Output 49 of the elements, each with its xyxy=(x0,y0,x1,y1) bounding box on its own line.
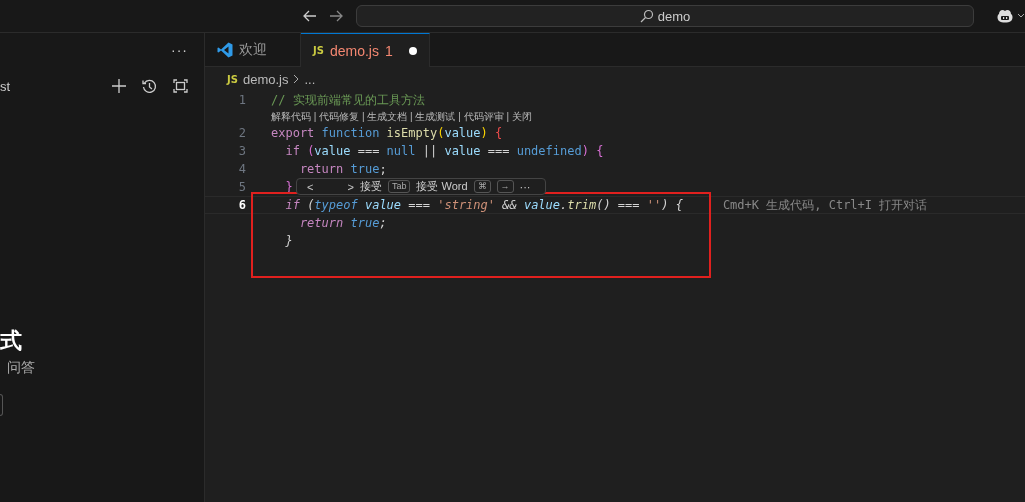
vscode-logo-icon xyxy=(217,41,233,58)
plus-icon[interactable] xyxy=(112,79,126,93)
problem-count: 1 xyxy=(384,42,393,59)
more-button[interactable]: ··· xyxy=(519,180,531,193)
forward-arrow-icon[interactable] xyxy=(329,10,343,22)
line-number: 3 xyxy=(238,144,246,158)
line-number: 1 xyxy=(238,93,246,107)
tab-label: 欢迎 xyxy=(239,40,267,59)
previous-button[interactable]: < xyxy=(307,180,314,193)
breadcrumb-item[interactable]: ... xyxy=(304,71,316,87)
inline-hint: Cmd+K 生成代码, Ctrl+I 打开对话 xyxy=(722,196,928,214)
code-line: return true; xyxy=(298,162,387,176)
line-number: 5 xyxy=(238,180,246,194)
file-type-label: JS xyxy=(227,73,238,85)
more-actions-button[interactable]: ··· xyxy=(171,42,188,58)
editor-tab[interactable]: JS demo.js 1 xyxy=(301,33,430,67)
unsaved-dot-icon[interactable] xyxy=(408,46,417,55)
back-arrow-icon[interactable] xyxy=(303,10,317,22)
welcome-subtitle: 问答 xyxy=(7,359,36,377)
next-button[interactable]: > xyxy=(347,180,354,193)
code-line: if (typeof value === 'string' && value.trim() === '') { xyxy=(284,198,683,212)
file-type-label: JS xyxy=(313,45,324,56)
code-line: return true; xyxy=(298,216,387,230)
chevron-right-icon xyxy=(293,74,300,84)
keyboard-key: ⌘ xyxy=(473,180,491,193)
line-number: 4 xyxy=(238,162,246,176)
copilot-menu-button[interactable] xyxy=(996,8,1025,24)
chevron-down-icon xyxy=(1017,13,1025,19)
keyboard-key: → xyxy=(496,180,514,193)
history-icon[interactable] xyxy=(142,78,157,94)
maximize-icon[interactable] xyxy=(173,79,188,93)
tab-label: demo.js xyxy=(329,42,379,59)
code-line: export function isEmpty(value) { xyxy=(271,126,503,140)
keyboard-key: Tab xyxy=(387,180,411,193)
welcome-heading: 式 xyxy=(0,327,23,355)
line-number: 2 xyxy=(238,126,246,140)
button-edge xyxy=(0,394,3,416)
line-number: 6 xyxy=(238,198,246,212)
code-line: } xyxy=(284,234,293,248)
copilot-icon xyxy=(996,8,1014,24)
code-line: // 实现前端常见的工具方法 xyxy=(271,91,425,109)
code-lens-actions[interactable]: 解释代码 | 代码修复 | 生成文档 | 生成测试 | 代码评审 | 关闭 xyxy=(271,109,532,124)
command-search-field[interactable]: demo xyxy=(356,5,974,27)
accept-button[interactable]: 接受 xyxy=(359,179,382,194)
panel-title: st xyxy=(0,78,11,94)
accept-word-button[interactable]: 接受 Word xyxy=(416,179,468,194)
search-icon xyxy=(639,9,654,23)
code-line: if (value === null || value === undefined) { xyxy=(284,144,604,158)
breadcrumb-item[interactable]: demo.js xyxy=(242,71,289,87)
